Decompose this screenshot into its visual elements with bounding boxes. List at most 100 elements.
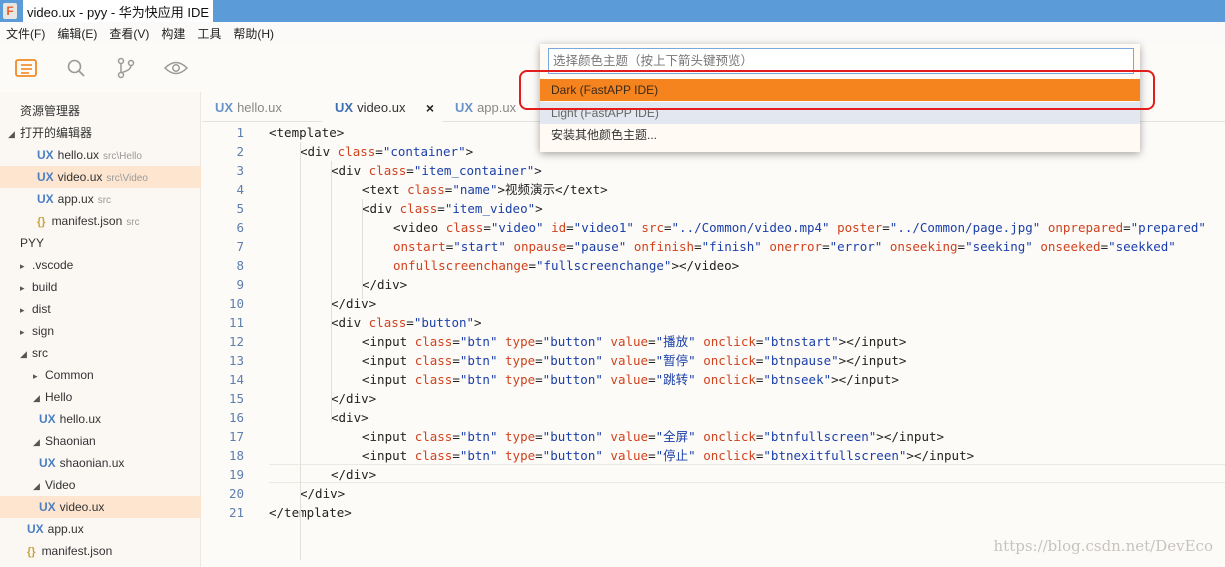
code-token: "btnseek" <box>763 372 832 387</box>
code-token: id <box>551 220 567 235</box>
code-line[interactable]: <input class="btn" type="button" value="… <box>269 332 906 351</box>
code-line[interactable]: <div class="item_container"> <box>269 161 542 180</box>
tree-folder[interactable]: ◢ src <box>0 342 201 364</box>
code-token: ></input> <box>906 448 975 463</box>
menu-edit[interactable]: 编辑(E) <box>57 25 97 42</box>
code-line[interactable]: <input class="btn" type="button" value="… <box>269 427 944 446</box>
code-token: "button" <box>542 429 603 444</box>
line-number: 10 <box>228 296 244 311</box>
tree-folder[interactable]: ▸ sign <box>0 320 201 342</box>
code-token: </div> <box>331 467 377 482</box>
code-token: type <box>505 372 536 387</box>
code-line[interactable]: </div> <box>269 389 376 408</box>
code-token: = <box>528 258 536 273</box>
code-line[interactable]: <input class="btn" type="button" value="… <box>269 351 906 370</box>
code-token: = <box>957 239 966 254</box>
line-number: 21 <box>228 505 244 520</box>
code-line[interactable]: <div> <box>269 408 369 427</box>
code-token: <div <box>300 144 338 159</box>
file-name: hello.ux <box>57 148 100 162</box>
code-line[interactable]: onstart="start" onpause="pause" onfinish… <box>269 237 1176 256</box>
code-token: = <box>822 239 830 254</box>
json-file-icon: {} <box>37 216 46 228</box>
code-line[interactable]: onfullscreenchange="fullscreenchange"></… <box>269 256 739 275</box>
tree-folder[interactable]: ▸ Common <box>0 364 201 386</box>
code-token: "container" <box>382 144 466 159</box>
code-token: value <box>610 448 649 463</box>
code-line[interactable]: <text class="name">视频演示</text> <box>269 180 608 199</box>
code-line[interactable]: </template> <box>269 503 352 522</box>
tab-hello[interactable]: UX hello.ux <box>202 92 322 122</box>
code-line[interactable]: </div> <box>269 275 407 294</box>
code-line[interactable]: <input class="btn" type="button" value="… <box>269 370 899 389</box>
code-token: "btnfullscreen" <box>763 429 877 444</box>
tree-folder[interactable]: ▸ dist <box>0 298 201 320</box>
preview-eye-icon[interactable] <box>164 56 188 80</box>
code-line[interactable]: <div class="item_video"> <box>269 199 543 218</box>
code-line[interactable]: <template> <box>269 123 344 142</box>
theme-option-install[interactable]: 安装其他颜色主题... <box>540 124 1140 146</box>
open-editor-item[interactable]: UX app.ux src <box>0 188 201 210</box>
code-token: > <box>535 201 543 216</box>
code-token: = <box>535 372 543 387</box>
code-token: = <box>483 220 491 235</box>
tree-folder[interactable]: ◢ Shaonian <box>0 430 201 452</box>
code-line[interactable]: <video class="video" id="video1" src="..… <box>269 218 1206 237</box>
code-token: type <box>505 429 536 444</box>
code-token: = <box>452 372 460 387</box>
menu-file[interactable]: 文件(F) <box>6 25 45 42</box>
code-line[interactable]: </div> <box>269 294 376 313</box>
code-token: </div> <box>362 277 408 292</box>
annotation-highlight-box <box>519 70 1155 110</box>
close-icon[interactable]: × <box>426 92 434 124</box>
tree-file[interactable]: UX hello.ux <box>0 408 201 430</box>
code-token: onclick <box>703 334 756 349</box>
tree-file[interactable]: {} manifest.json <box>0 540 201 562</box>
menu-build[interactable]: 构建 <box>161 25 185 42</box>
code-token: "item_video" <box>444 201 536 216</box>
explorer-title: 资源管理器 <box>20 104 81 118</box>
file-name: manifest.json <box>41 544 113 558</box>
code-token: > <box>465 144 474 159</box>
line-number: 20 <box>228 486 244 501</box>
tree-file-active[interactable]: UX video.ux <box>0 496 201 518</box>
tree-folder[interactable]: ▸ .vscode <box>0 254 201 276</box>
source-control-icon[interactable] <box>114 56 138 80</box>
tree-file[interactable]: UX shaonian.ux <box>0 452 201 474</box>
expanded-arrow-icon: ◢ <box>8 129 15 139</box>
open-editor-item[interactable]: UX hello.ux src\Hello <box>0 144 201 166</box>
menu-tools[interactable]: 工具 <box>197 25 221 42</box>
search-icon[interactable] <box>64 56 88 80</box>
code-token: <input <box>362 429 415 444</box>
code-token: <input <box>362 448 415 463</box>
code-token: "item_container" <box>413 163 535 178</box>
code-line[interactable]: </div> <box>269 465 376 484</box>
code-token: = <box>648 353 656 368</box>
indent-guide <box>331 161 332 422</box>
watermark: https://blog.csdn.net/DevEco <box>993 537 1214 555</box>
code-token: > <box>474 315 482 330</box>
expanded-arrow-icon: ◢ <box>20 349 27 359</box>
code-token: = <box>566 239 574 254</box>
line-number: 9 <box>236 277 244 292</box>
code-line[interactable]: </div> <box>269 484 345 503</box>
file-name: video.ux <box>57 170 103 184</box>
indent-guide <box>362 199 363 299</box>
explorer-icon[interactable] <box>14 56 38 80</box>
tree-file[interactable]: UX app.ux <box>0 518 201 540</box>
code-editor[interactable]: 1 2 3 4 5 6 7 8 9 10 11 12 13 14 15 16 17 18 19 20 21 <templ… <box>202 122 1225 567</box>
project-root[interactable]: PYY <box>0 232 201 254</box>
menu-view[interactable]: 查看(V) <box>109 25 149 42</box>
open-editor-item[interactable]: {} manifest.json src <box>0 210 201 232</box>
tree-folder[interactable]: ▸ build <box>0 276 201 298</box>
line-number: 5 <box>236 201 244 216</box>
tab-video[interactable]: UX video.ux × <box>322 92 442 122</box>
menu-help[interactable]: 帮助(H) <box>233 25 274 42</box>
code-token: = <box>648 372 656 387</box>
open-editors-section[interactable]: ◢ 打开的编辑器 <box>0 122 201 144</box>
code-line[interactable]: <input class="btn" type="button" value="… <box>269 446 974 465</box>
open-editor-item-active[interactable]: UX video.ux src\Video <box>0 166 201 188</box>
tree-folder[interactable]: ◢ Video <box>0 474 201 496</box>
tree-folder[interactable]: ◢ Hello <box>0 386 201 408</box>
